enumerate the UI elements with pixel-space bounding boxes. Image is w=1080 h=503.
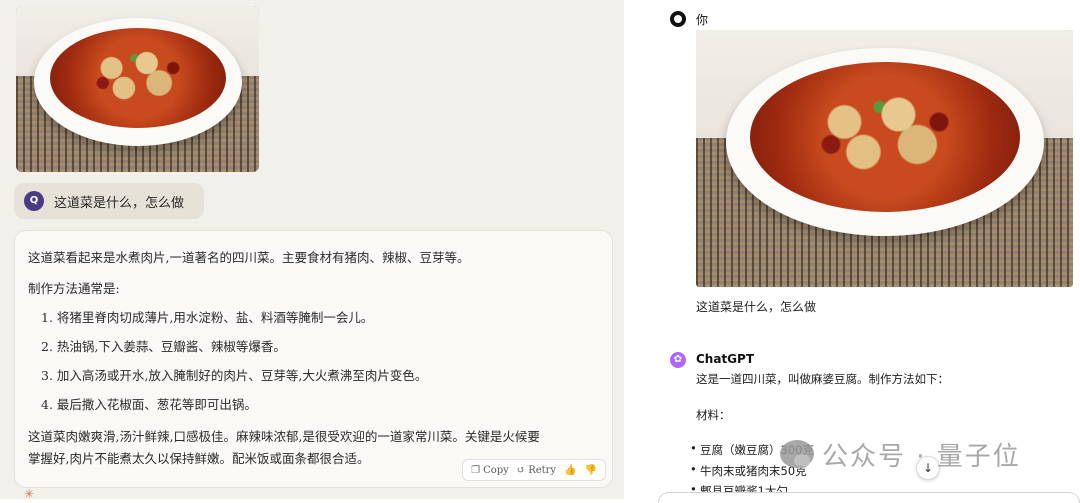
- answer-intro: 这道菜看起来是水煮肉片,一道著名的四川菜。主要食材有猪肉、辣椒、豆芽等。: [28, 250, 470, 265]
- user-name: 你: [696, 13, 709, 27]
- retry-icon: ↺: [516, 464, 526, 476]
- user-avatar-icon: [670, 11, 686, 27]
- bowl: [34, 18, 242, 157]
- user-avatar: Q: [24, 191, 44, 211]
- bowl: [726, 48, 1044, 252]
- step-item: 4. 最后撒入花椒面、葱花等即可出锅。: [41, 397, 257, 412]
- thumbs-down-icon[interactable]: 👎: [585, 465, 597, 476]
- copy-label: Copy: [483, 464, 509, 476]
- uploaded-dish-image-right[interactable]: [696, 30, 1073, 287]
- thumbs-up-icon[interactable]: 👍: [564, 465, 576, 476]
- step-item: 3. 加入高汤或开水,放入腌制好的肉片、豆芽等,大火煮沸至肉片变色。: [41, 368, 428, 383]
- retry-label: Retry: [528, 464, 557, 476]
- step-item: 2. 热油锅,下入姜蒜、豆瓣酱、辣椒等爆香。: [41, 339, 286, 354]
- user-question-bubble: Q 这道菜是什么，怎么做: [14, 183, 204, 219]
- watermark-text: 公众号 · 量子位: [822, 441, 1021, 472]
- soup: [750, 62, 1020, 212]
- user-question-text: 这道菜是什么，怎么做: [696, 300, 817, 314]
- left-chat-panel: Q 这道菜是什么，怎么做 这道菜看起来是水煮肉片,一道著名的四川菜。主要食材有猪…: [0, 0, 624, 501]
- answer-conclusion-line-1: 这道菜肉嫩爽滑,汤汁鲜辣,口感极佳。麻辣味浓郁,是很受欢迎的一道家常川菜。关键是…: [28, 429, 540, 444]
- assistant-name: ChatGPT: [696, 352, 755, 366]
- chatgpt-logo-icon: ✿: [670, 352, 686, 368]
- method-heading: 制作方法通常是:: [28, 281, 120, 296]
- ingredients-heading: 材料：: [696, 408, 731, 422]
- right-chat-panel: 你 这道菜是什么，怎么做 ✿ ChatGPT 这是一道四川菜，叫做麻婆豆腐。制作…: [652, 0, 1080, 503]
- answer-intro: 这是一道四川菜，叫做麻婆豆腐。制作方法如下：: [696, 372, 949, 386]
- soup: [50, 28, 226, 128]
- answer-action-bar: ❐ Copy ↺ Retry 👍 👎: [462, 459, 606, 481]
- retry-button[interactable]: ↺ Retry: [517, 465, 556, 476]
- bullet-dot: •: [690, 441, 697, 455]
- uploaded-dish-image-left[interactable]: [16, 6, 259, 172]
- bullet-dot: •: [690, 462, 697, 476]
- step-item: 1. 将猪里脊肉切成薄片,用水淀粉、盐、料酒等腌制一会儿。: [41, 310, 374, 325]
- copy-button[interactable]: ❐ Copy: [471, 465, 509, 476]
- copy-icon: ❐: [471, 464, 481, 476]
- message-composer[interactable]: [658, 492, 1080, 503]
- answer-conclusion-line-2: 掌握好,肉片不能煮太久以保持鲜嫩。配米饭或面条都很合适。: [28, 451, 370, 466]
- assistant-logo-icon: ✳: [24, 487, 35, 501]
- watermark: 公众号 · 量子位: [780, 436, 1021, 472]
- wechat-logo-icon: [780, 440, 814, 468]
- user-question-text: 这道菜是什么，怎么做: [54, 196, 185, 211]
- assistant-answer-card: 这道菜看起来是水煮肉片,一道著名的四川菜。主要食材有猪肉、辣椒、豆芽等。 制作方…: [14, 230, 613, 488]
